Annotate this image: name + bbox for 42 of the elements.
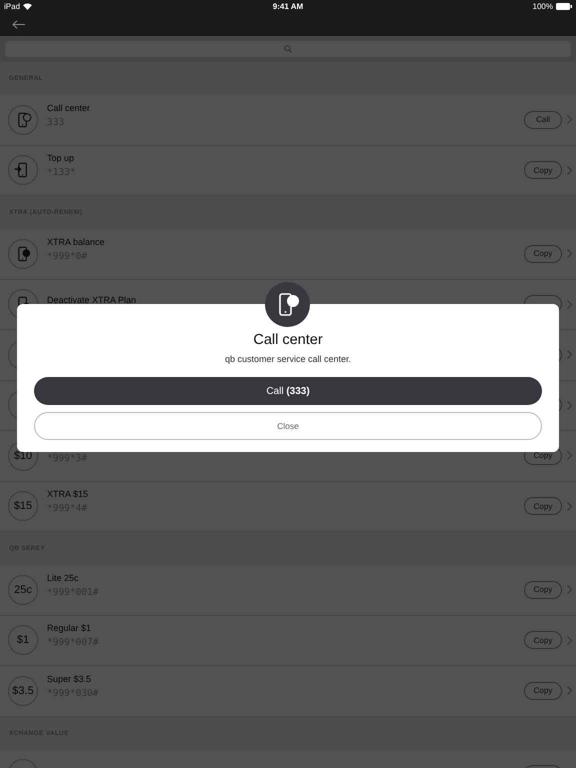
row-title: Lite 25c bbox=[47, 572, 80, 583]
device-name: iPad bbox=[4, 2, 20, 10]
dialog-title: Call center bbox=[253, 332, 323, 348]
action-button[interactable]: Copy bbox=[524, 161, 562, 180]
chevron-icon bbox=[567, 115, 572, 124]
chevron-icon bbox=[567, 636, 572, 645]
chevron-icon bbox=[567, 585, 572, 594]
search-field[interactable] bbox=[5, 41, 571, 57]
back-icon[interactable] bbox=[12, 20, 26, 28]
clock: 9:41 AM bbox=[272, 2, 304, 10]
call-button[interactable]: Call (333) bbox=[34, 377, 542, 405]
chevron-icon bbox=[567, 249, 572, 258]
action-button[interactable]: Copy bbox=[524, 497, 562, 516]
action-button[interactable]: Copy bbox=[524, 244, 562, 263]
battery-percent: 100% bbox=[532, 2, 553, 10]
row-title: XTRA balance bbox=[47, 236, 106, 247]
dialog-description: qb customer service call center. bbox=[224, 354, 352, 364]
action-button[interactable]: Copy bbox=[524, 580, 562, 599]
battery-icon bbox=[556, 2, 572, 10]
row-title: Top up bbox=[47, 153, 76, 164]
amount-badge: $15 bbox=[8, 491, 38, 522]
amount-badge: 25c bbox=[8, 574, 38, 605]
search-icon bbox=[284, 45, 292, 53]
chevron-icon bbox=[567, 686, 572, 696]
row-title: XTRA $15 bbox=[47, 489, 90, 500]
row-title: Call center bbox=[47, 102, 92, 113]
action-button[interactable]: Call bbox=[524, 110, 562, 129]
chevron-icon bbox=[567, 451, 572, 460]
wifi-icon bbox=[23, 2, 32, 10]
close-button[interactable]: Close bbox=[34, 412, 542, 440]
amount-badge: $1 bbox=[8, 625, 38, 656]
chevron-icon bbox=[567, 300, 572, 309]
chevron-icon bbox=[567, 502, 572, 511]
row-title: Deactivate XTRA Plan bbox=[47, 294, 138, 305]
action-button[interactable]: Copy bbox=[524, 631, 562, 650]
chevron-icon bbox=[567, 350, 572, 360]
action-button[interactable]: Copy bbox=[524, 682, 562, 700]
row-title: Regular $1 bbox=[47, 623, 92, 634]
chevron-icon bbox=[567, 400, 572, 410]
chevron-icon bbox=[567, 166, 572, 175]
amount-badge: $3.5 bbox=[8, 676, 38, 706]
row-title: Super $3.5 bbox=[47, 674, 92, 684]
